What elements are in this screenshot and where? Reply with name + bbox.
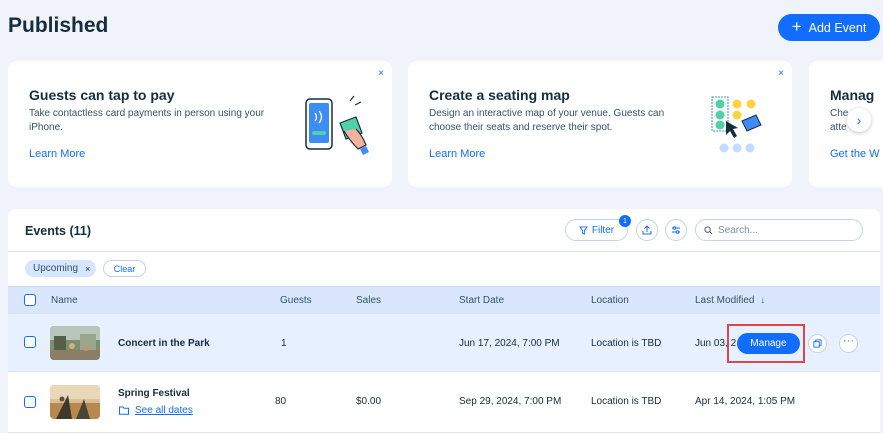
promo-title: Guests can tap to pay	[29, 87, 175, 103]
column-guests[interactable]: Guests	[280, 295, 312, 306]
upload-icon	[642, 225, 652, 235]
column-last-modified[interactable]: Last Modified ↓	[695, 295, 765, 306]
filter-label: Filter	[591, 224, 615, 236]
carousel-next-icon[interactable]: ›	[847, 108, 871, 132]
manage-button[interactable]: Manage	[737, 333, 800, 354]
last-modified-cell: Apr 14, 2024, 1:05 PM	[695, 396, 796, 407]
promo-link[interactable]: Get the W	[830, 148, 880, 160]
location-cell: Location is TBD	[591, 396, 662, 407]
close-icon[interactable]: ×	[778, 68, 784, 79]
see-all-dates-link[interactable]: See all dates	[135, 405, 193, 416]
select-all-checkbox[interactable]	[24, 294, 36, 306]
page-title: Published	[8, 14, 109, 37]
table-row[interactable]: Spring Festival See all dates 80 $0.00 S…	[8, 373, 880, 433]
promo-card-manage: Manag Che ge atte Get the W	[809, 61, 883, 187]
table-header: Name Guests Sales Start Date Location La…	[8, 286, 880, 314]
filter-chip-upcoming: Upcoming ×	[25, 260, 97, 277]
more-icon: ···	[843, 335, 854, 347]
search-icon	[704, 225, 713, 234]
event-thumbnail	[50, 326, 100, 360]
sort-down-icon: ↓	[760, 295, 766, 306]
promo-description: Take contactless card payments in person…	[29, 108, 265, 133]
search-box[interactable]	[695, 219, 863, 241]
export-button[interactable]	[636, 219, 658, 241]
close-icon[interactable]: ×	[378, 68, 384, 79]
location-cell: Location is TBD	[591, 338, 662, 349]
copy-icon	[813, 339, 822, 348]
promo-description: Design an interactive map of your venue.…	[429, 108, 665, 133]
promo-card-tap-to-pay: Guests can tap to pay Take contactless c…	[8, 61, 392, 187]
sliders-icon	[672, 226, 680, 234]
seating-map-illustration	[711, 96, 762, 153]
promo-card-seating-map: Create a seating map Design an interacti…	[408, 61, 792, 187]
promo-title: Manag	[830, 87, 875, 103]
row-checkbox[interactable]	[24, 336, 36, 348]
column-location[interactable]: Location	[591, 295, 629, 306]
promo-title: Create a seating map	[429, 87, 570, 103]
add-event-button[interactable]: + Add Event	[778, 14, 880, 41]
add-event-label: Add Event	[808, 20, 867, 35]
column-sales[interactable]: Sales	[356, 295, 381, 306]
customize-columns-button[interactable]	[665, 219, 687, 241]
start-date-cell: Jun 17, 2024, 7:00 PM	[459, 338, 560, 349]
event-thumbnail	[50, 385, 100, 419]
start-date-cell: Sep 29, 2024, 7:00 PM	[459, 396, 562, 407]
events-table-card: Events (11) Filter 1 Upcoming × Clear Na…	[8, 209, 880, 433]
chip-label: Upcoming	[33, 263, 79, 274]
column-name[interactable]: Name	[51, 295, 78, 306]
event-name[interactable]: Spring Festival	[118, 388, 190, 399]
column-start-date[interactable]: Start Date	[459, 295, 504, 306]
duplicate-button[interactable]	[808, 334, 827, 353]
sales-cell: $0.00	[356, 396, 382, 407]
guests-cell: 80	[275, 396, 287, 407]
row-checkbox[interactable]	[24, 396, 36, 408]
plus-icon: +	[791, 17, 802, 36]
search-input[interactable]	[718, 224, 848, 236]
folder-icon	[119, 406, 129, 415]
event-name[interactable]: Concert in the Park	[118, 338, 210, 349]
phone-payment-illustration	[305, 95, 369, 155]
clear-filters-button[interactable]: Clear	[103, 260, 146, 277]
promo-learn-more-link[interactable]: Learn More	[29, 148, 85, 160]
filter-icon	[578, 225, 588, 235]
close-icon[interactable]: ×	[85, 264, 90, 274]
filter-count-badge: 1	[619, 215, 631, 227]
more-actions-button[interactable]: ···	[839, 334, 858, 353]
guests-cell: 1	[281, 338, 287, 349]
promo-learn-more-link[interactable]: Learn More	[429, 148, 485, 160]
header-divider	[8, 251, 880, 252]
events-title: Events (11)	[25, 224, 92, 238]
